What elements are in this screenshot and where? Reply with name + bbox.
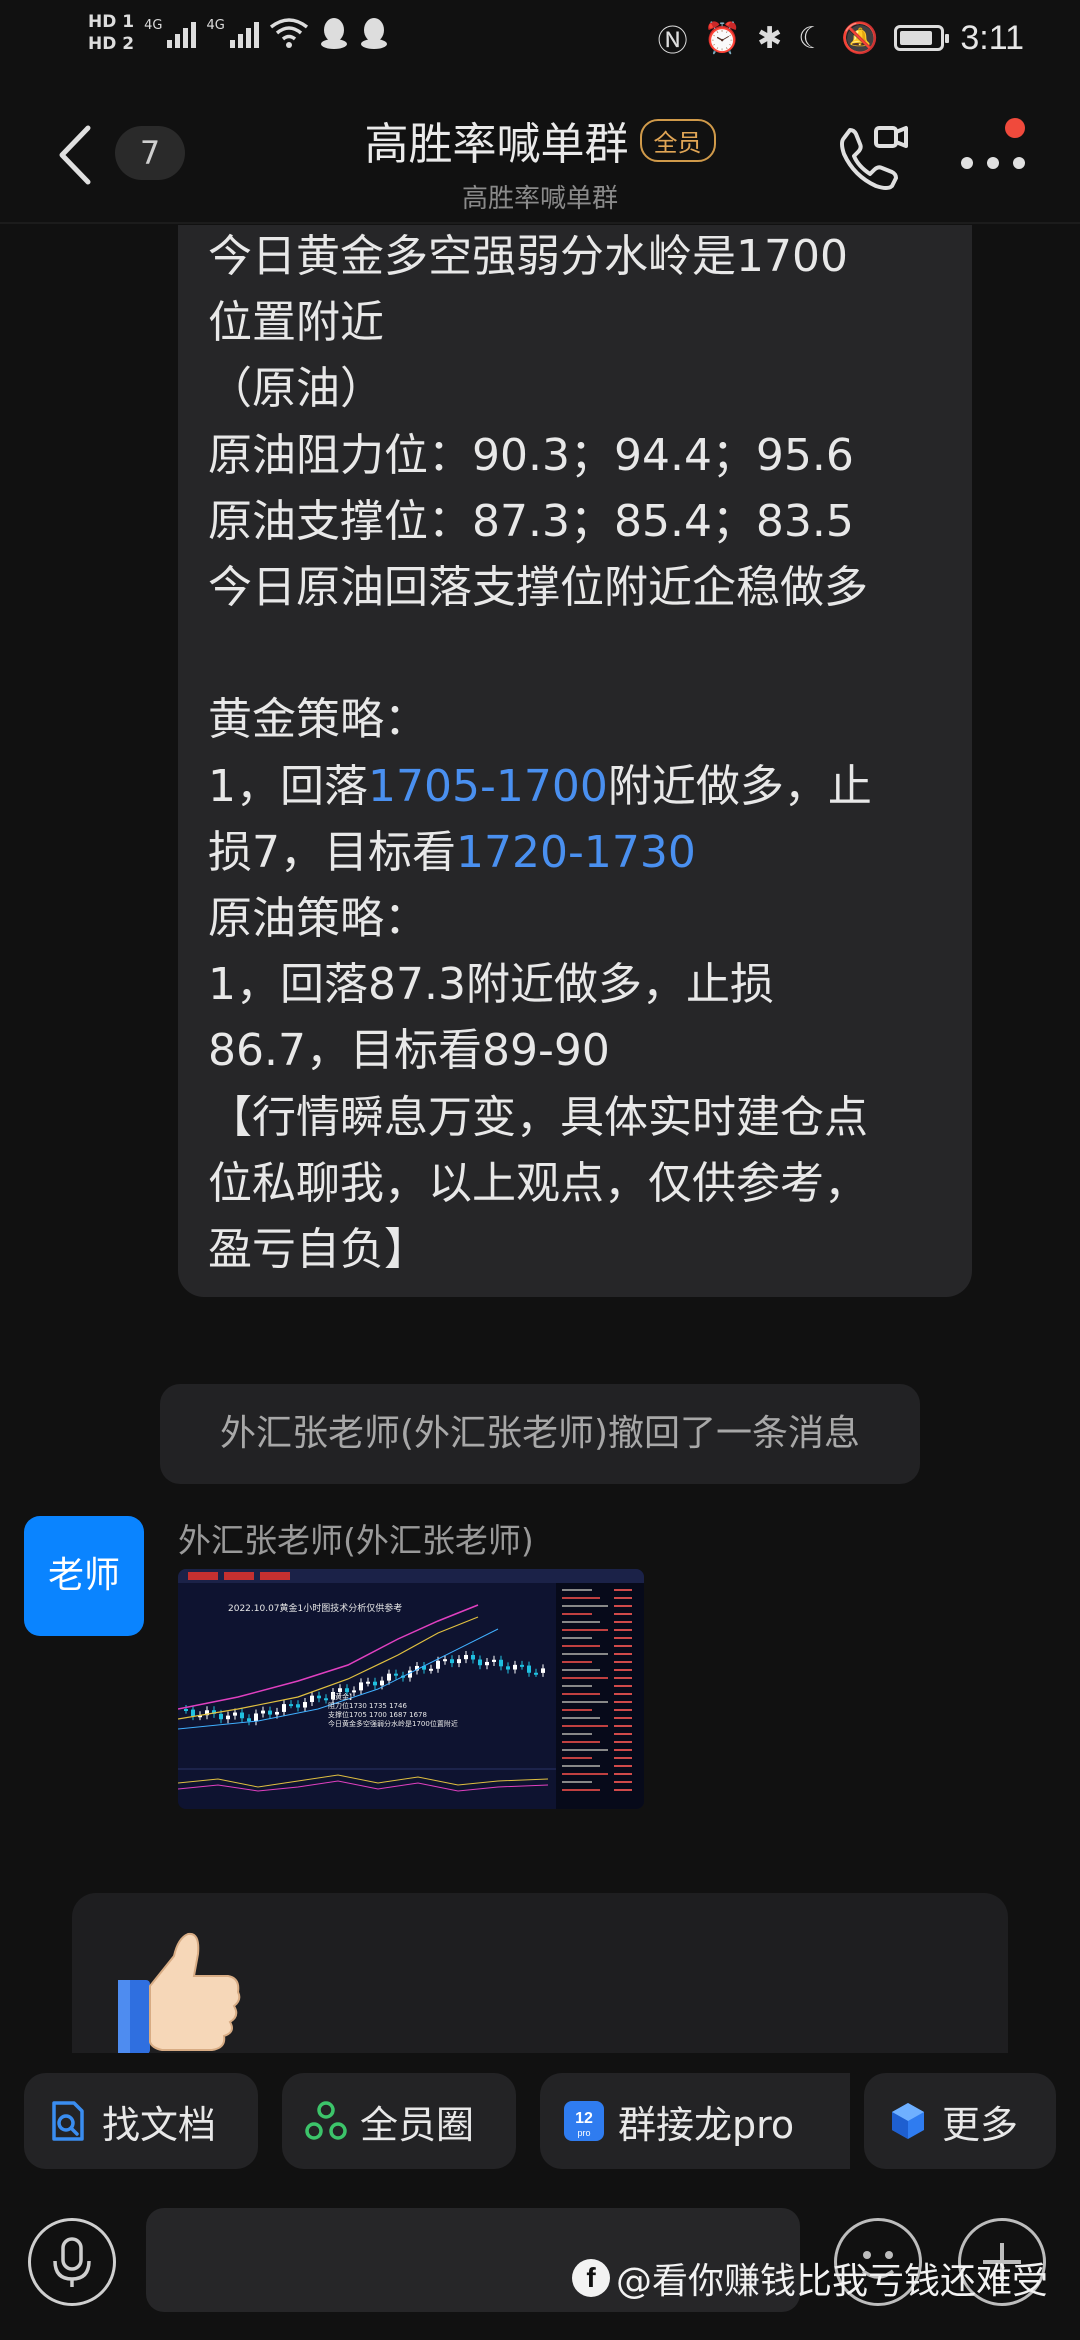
chart-screenshot: 2022.10.07黄金1小时图技术分析仅供参考 【黄金】 阻力位1730 17… bbox=[178, 1569, 644, 1809]
mute-bell-icon: 🔕 bbox=[840, 20, 879, 56]
chat-header: 7 高胜率喊单群 全员 高胜率喊单群 bbox=[0, 90, 1080, 220]
chart-image-message[interactable]: 2022.10.07黄金1小时图技术分析仅供参考 【黄金】 阻力位1730 17… bbox=[178, 1569, 644, 1809]
sender-name: 外汇张老师(外汇张老师) bbox=[178, 1521, 534, 1560]
message-line: 【行情瞬息万变，具体实时建仓点 bbox=[208, 1085, 942, 1151]
message-text: （原油） bbox=[208, 363, 384, 415]
all-members-circle-button[interactable]: 全员圈 bbox=[282, 2073, 516, 2169]
message-text: 位置附近 bbox=[208, 297, 384, 349]
find-doc-icon bbox=[52, 2101, 84, 2141]
message-line: 黄金策略： bbox=[208, 687, 942, 753]
member-tag: 全员 bbox=[639, 118, 716, 162]
message-bubble[interactable]: 今日黄金多空强弱分水岭是1700 位置附近 （原油） 原油阻力位：90.3；94.4；… bbox=[178, 225, 972, 1297]
message-line: 原油支撑位：87.3；85.4；83.5 bbox=[208, 489, 942, 555]
message-text: 损7，目标看 bbox=[208, 826, 456, 878]
message-text: 【行情瞬息万变，具体实时建仓点 bbox=[208, 1091, 868, 1143]
relay-pro-icon: 12 pro bbox=[564, 2101, 604, 2141]
highlighted-price-range[interactable]: 1720-1730 bbox=[456, 827, 696, 878]
all-members-circle-label: 全员圈 bbox=[360, 2102, 475, 2147]
battery-icon bbox=[894, 25, 950, 51]
alarm-icon: ⏰ bbox=[703, 20, 741, 56]
watermark-text: @看你赚钱比我亏钱还难受 bbox=[616, 2261, 1049, 2302]
hd1-label: HD 1 bbox=[88, 12, 135, 32]
more-apps-button[interactable]: 更多 bbox=[864, 2073, 1056, 2169]
message-text: 1，回落87.3附近做多，止损 bbox=[208, 959, 774, 1011]
signal-icon-1: 4G bbox=[144, 18, 197, 48]
microphone-icon bbox=[53, 2237, 91, 2287]
message-line: 原油策略： bbox=[208, 886, 942, 952]
group-title[interactable]: 高胜率喊单群 bbox=[364, 108, 628, 172]
video-call-icon[interactable] bbox=[830, 120, 910, 200]
qq-icon-2 bbox=[360, 18, 387, 49]
watermark-logo-icon: f bbox=[572, 2259, 610, 2297]
chart-note-3: 今日黄金多空强弱分水岭是1700位置附近 bbox=[328, 1719, 458, 1728]
message-text: 1，回落 bbox=[208, 760, 368, 812]
hd2-label: HD 2 bbox=[88, 34, 135, 54]
more-apps-label: 更多 bbox=[942, 2102, 1019, 2147]
message-text: 原油支撑位：87.3；85.4；83.5 bbox=[208, 495, 854, 547]
watermark: f @看你赚钱比我亏钱还难受 bbox=[572, 2252, 1048, 2304]
message-line: 86.7，目标看89-90 bbox=[208, 1018, 942, 1084]
battery-fill bbox=[900, 31, 933, 45]
message-text: 原油策略： bbox=[208, 893, 428, 945]
relay-pro-button[interactable]: 12 pro 群接龙pro bbox=[540, 2073, 850, 2169]
message-line: 原油阻力位：90.3；94.4；95.6 bbox=[208, 423, 942, 489]
message-text: 原油阻力位：90.3；94.4；95.6 bbox=[208, 429, 854, 481]
group-subtitle: 高胜率喊单群 bbox=[461, 184, 618, 214]
message-line: 今日原油回落支撑位附近企稳做多 bbox=[208, 555, 942, 621]
message-line: （原油） bbox=[208, 356, 942, 422]
highlighted-price-range[interactable]: 1705-1700 bbox=[368, 761, 608, 812]
message-line: 今日黄金多空强弱分水岭是1700 bbox=[208, 224, 942, 290]
message-line: 位置附近 bbox=[208, 290, 942, 356]
message-text: 86.7，目标看89-90 bbox=[208, 1025, 610, 1077]
hd-indicator: HD 1 HD 2 bbox=[88, 12, 134, 54]
qq-icon bbox=[320, 18, 347, 49]
message-text: 今日原油回落支撑位附近企稳做多 bbox=[208, 562, 868, 614]
chart-note-head: 【黄金】 bbox=[328, 1692, 356, 1701]
message-line: 1，回落87.3附近做多，止损 bbox=[208, 952, 942, 1018]
network-type-2: 4G bbox=[206, 18, 225, 33]
chart-note-1: 阻力位1730 1735 1746 bbox=[328, 1701, 407, 1710]
more-options-icon[interactable] bbox=[955, 135, 1035, 185]
message-line bbox=[208, 621, 942, 687]
chart-note-2: 支撑位1705 1700 1687 1678 bbox=[328, 1710, 427, 1719]
title-block: 高胜率喊单群 全员 高胜率喊单群 bbox=[0, 108, 1080, 215]
nfc-icon: Ⓝ bbox=[657, 24, 688, 59]
chart-title: 2022.10.07黄金1小时图技术分析仅供参考 bbox=[228, 1602, 402, 1614]
voice-input-button[interactable] bbox=[28, 2218, 116, 2306]
more-apps-icon bbox=[892, 2103, 924, 2139]
message-line: 位私聊我，以上观点，仅供参考， bbox=[208, 1151, 942, 1217]
message-line: 损7，目标看1720-1730 bbox=[208, 820, 942, 886]
network-type-1: 4G bbox=[144, 18, 163, 33]
message-text: 盈亏自负】 bbox=[208, 1224, 428, 1276]
svg-text:pro: pro bbox=[577, 2128, 590, 2138]
moon-icon: ☾ bbox=[798, 20, 825, 56]
signal-icon-2: 4G bbox=[206, 18, 259, 48]
clock-time: 3:11 bbox=[960, 18, 1024, 57]
status-bar: HD 1 HD 2 4G 4G Ⓝ ⏰ ✱ ☾ 🔕 3:11 bbox=[0, 0, 1080, 80]
message-text: 附近做多，止 bbox=[607, 760, 872, 812]
message-text: 位私聊我，以上观点，仅供参考， bbox=[208, 1157, 868, 1209]
find-doc-label: 找文档 bbox=[102, 2102, 217, 2147]
message-text: 黄金策略： bbox=[208, 694, 428, 746]
relay-pro-label: 群接龙pro bbox=[618, 2102, 795, 2147]
message-text: 今日黄金多空强弱分水岭是1700 bbox=[208, 231, 848, 282]
circle-icon bbox=[305, 2101, 347, 2140]
bluetooth-icon: ✱ bbox=[756, 20, 783, 56]
avatar[interactable]: 老师 bbox=[24, 1516, 144, 1636]
recall-notice: 外汇张老师(外汇张老师)撤回了一条消息 bbox=[160, 1384, 920, 1484]
thumbs-up-icon bbox=[118, 1932, 241, 2054]
notification-dot bbox=[1005, 118, 1025, 138]
svg-text:12: 12 bbox=[575, 2110, 593, 2127]
wifi-icon bbox=[269, 18, 308, 48]
find-doc-button[interactable]: 找文档 bbox=[24, 2073, 258, 2169]
message-line: 盈亏自负】 bbox=[208, 1217, 942, 1283]
message-line: 1，回落1705-1700附近做多，止 bbox=[208, 754, 942, 820]
